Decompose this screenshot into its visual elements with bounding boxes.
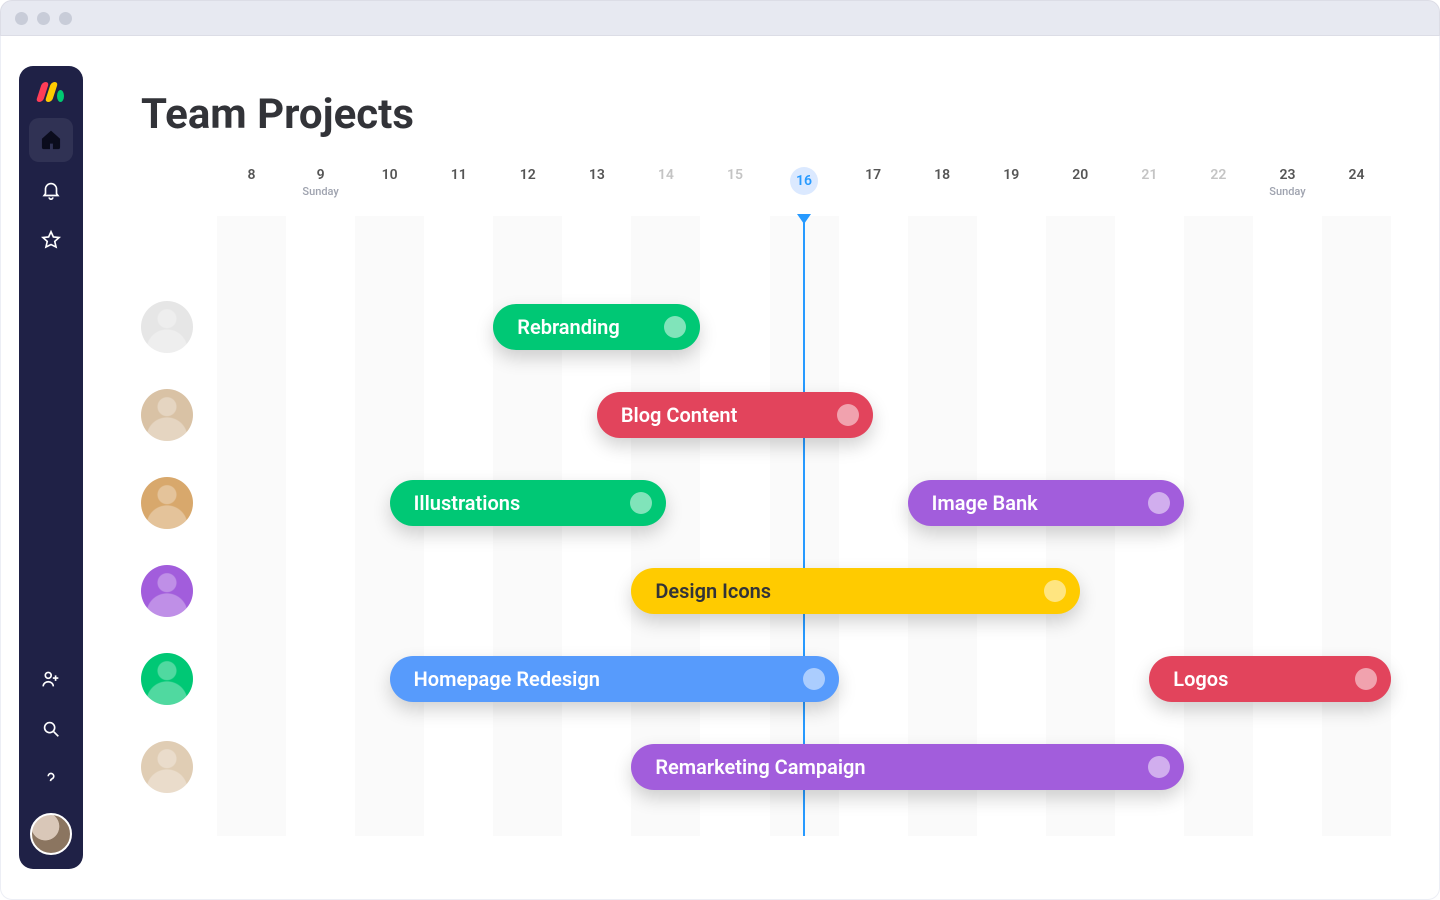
timeline-row: Remarketing Campaign <box>141 740 1391 794</box>
timeline-track[interactable]: Design Icons <box>217 568 1391 614</box>
star-icon <box>40 229 62 251</box>
task-pill[interactable]: Logos <box>1149 656 1391 702</box>
timeline-row: Design Icons <box>141 564 1391 618</box>
assignee-avatar[interactable] <box>141 565 193 617</box>
task-drag-handle[interactable] <box>803 668 825 690</box>
task-label: Logos <box>1173 667 1228 691</box>
date-cell[interactable]: 19 <box>977 167 1046 216</box>
window-chrome <box>0 0 1440 36</box>
task-label: Image Bank <box>932 491 1038 515</box>
sidebar-item-notifications[interactable] <box>29 168 73 212</box>
timeline-row: Homepage Redesign Logos <box>141 652 1391 706</box>
assignee-avatar[interactable] <box>141 301 193 353</box>
sidebar-item-help[interactable] <box>29 757 73 801</box>
traffic-light-dot <box>59 12 72 25</box>
date-cell[interactable]: 10 <box>355 167 424 216</box>
bell-icon <box>40 179 62 201</box>
timeline-row: Illustrations Image Bank <box>141 476 1391 530</box>
date-cell[interactable]: 13 <box>562 167 631 216</box>
sidebar-item-home[interactable] <box>29 118 73 162</box>
timeline-track[interactable]: Remarketing Campaign <box>217 744 1391 790</box>
date-cell[interactable]: 14 <box>631 167 700 216</box>
date-cell[interactable]: 15 <box>700 167 769 216</box>
date-cell[interactable]: 21 <box>1115 167 1184 216</box>
timeline-track[interactable]: Homepage Redesign Logos <box>217 656 1391 702</box>
task-label: Remarketing Campaign <box>655 755 865 779</box>
sidebar-item-invite[interactable] <box>29 657 73 701</box>
task-drag-handle[interactable] <box>1148 492 1170 514</box>
timeline-row: Blog Content <box>141 388 1391 442</box>
task-drag-handle[interactable] <box>1355 668 1377 690</box>
traffic-light-dot <box>37 12 50 25</box>
timeline-track[interactable]: Blog Content <box>217 392 1391 438</box>
task-pill[interactable]: Homepage Redesign <box>390 656 839 702</box>
sidebar-item-search[interactable] <box>29 707 73 751</box>
task-pill[interactable]: Image Bank <box>908 480 1184 526</box>
assignee-avatar[interactable] <box>141 653 193 705</box>
task-label: Illustrations <box>414 491 521 515</box>
assignee-avatar[interactable] <box>141 389 193 441</box>
date-cell[interactable]: 16 <box>770 167 839 216</box>
task-label: Design Icons <box>655 579 771 603</box>
task-pill[interactable]: Remarketing Campaign <box>631 744 1183 790</box>
task-pill[interactable]: Design Icons <box>631 568 1080 614</box>
assignee-avatar[interactable] <box>141 741 193 793</box>
date-cell[interactable]: 18 <box>908 167 977 216</box>
page-title: Team Projects <box>141 90 1391 139</box>
timeline-date-header: 89Sunday1011121314151617181920212223Sund… <box>127 167 1391 216</box>
task-drag-handle[interactable] <box>630 492 652 514</box>
sidebar-item-favorites[interactable] <box>29 218 73 262</box>
date-cell[interactable]: 22 <box>1184 167 1253 216</box>
app-logo <box>35 80 67 102</box>
help-icon <box>40 768 62 790</box>
task-drag-handle[interactable] <box>664 316 686 338</box>
date-cell[interactable]: 8 <box>217 167 286 216</box>
traffic-light-dot <box>15 12 28 25</box>
task-drag-handle[interactable] <box>1148 756 1170 778</box>
sidebar <box>19 66 83 869</box>
timeline-track[interactable]: Illustrations Image Bank <box>217 480 1391 526</box>
date-cell[interactable]: 12 <box>493 167 562 216</box>
date-cell[interactable]: 24 <box>1322 167 1391 216</box>
date-cell[interactable]: 11 <box>424 167 493 216</box>
assignee-avatar[interactable] <box>141 477 193 529</box>
task-pill[interactable]: Rebranding <box>493 304 700 350</box>
main-content: Team Projects 89Sunday101112131415161718… <box>101 36 1421 899</box>
task-label: Blog Content <box>621 403 738 427</box>
timeline-row: Rebranding <box>141 300 1391 354</box>
home-icon <box>40 129 62 151</box>
search-icon <box>40 718 62 740</box>
task-drag-handle[interactable] <box>837 404 859 426</box>
task-pill[interactable]: Blog Content <box>597 392 873 438</box>
user-avatar[interactable] <box>30 813 72 855</box>
task-drag-handle[interactable] <box>1044 580 1066 602</box>
task-pill[interactable]: Illustrations <box>390 480 666 526</box>
user-plus-icon <box>40 668 62 690</box>
timeline-track[interactable]: Rebranding <box>217 304 1391 350</box>
task-label: Homepage Redesign <box>414 667 600 691</box>
date-cell[interactable]: 9Sunday <box>286 167 355 216</box>
date-cell[interactable]: 23Sunday <box>1253 167 1322 216</box>
task-label: Rebranding <box>517 315 620 339</box>
date-cell[interactable]: 17 <box>839 167 908 216</box>
date-cell[interactable]: 20 <box>1046 167 1115 216</box>
